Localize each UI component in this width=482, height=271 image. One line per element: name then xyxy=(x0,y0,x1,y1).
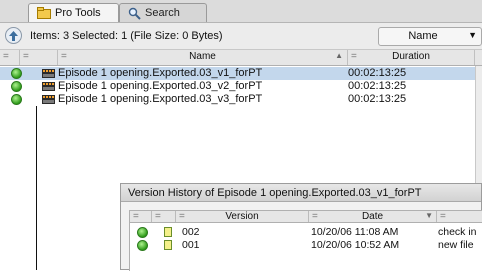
version-history-panel: Version History of Episode 1 opening.Exp… xyxy=(120,183,482,271)
column-marker: = xyxy=(23,51,29,62)
version-table-header: = = = Version = Date ▼ = xyxy=(129,210,482,223)
column-header-status[interactable]: = xyxy=(0,50,20,65)
version-comment: check in xyxy=(438,226,477,238)
sort-descending-icon: ▼ xyxy=(425,211,433,220)
tab-pro-tools-label: Pro Tools xyxy=(55,7,101,19)
column-header-status[interactable]: = xyxy=(130,211,152,222)
status-bar: Items: 3 Selected: 1 (File Size: 0 Bytes… xyxy=(0,22,482,50)
version-number: 002 xyxy=(182,226,200,238)
version-number: 001 xyxy=(182,239,200,251)
online-status-icon xyxy=(11,68,22,79)
version-row[interactable]: 001 10/20/06 10:52 AM new file xyxy=(130,239,482,252)
column-header-comment[interactable]: = xyxy=(437,211,482,222)
table-row[interactable]: Episode 1 opening.Exported.03_v1_forPT 0… xyxy=(0,67,482,80)
version-history-titlebar[interactable]: Version History of Episode 1 opening.Exp… xyxy=(121,184,481,202)
version-date: 10/20/06 11:08 AM xyxy=(311,226,399,238)
file-name: Episode 1 opening.Exported.03_v1_forPT xyxy=(58,67,263,79)
document-icon xyxy=(164,227,172,237)
column-title-date: Date xyxy=(361,211,384,222)
vertical-scrollbar[interactable] xyxy=(475,66,482,186)
tab-bar: Pro Tools Search xyxy=(0,0,482,22)
online-status-icon xyxy=(137,227,148,238)
column-marker: = xyxy=(440,211,446,222)
column-header-type[interactable]: = xyxy=(152,211,176,222)
column-header-filler xyxy=(475,50,482,65)
tab-search-label: Search xyxy=(145,7,180,19)
column-marker: = xyxy=(133,211,139,222)
tab-pro-tools[interactable]: Pro Tools xyxy=(28,3,119,22)
document-icon xyxy=(164,240,172,250)
file-duration: 00:02:13:25 xyxy=(348,80,407,92)
table-row[interactable]: Episode 1 opening.Exported.03_v3_forPT 0… xyxy=(0,93,482,106)
tab-search[interactable]: Search xyxy=(119,3,207,22)
version-date: 10/20/06 10:52 AM xyxy=(311,239,400,251)
column-title-name: Name xyxy=(189,51,216,62)
file-name: Episode 1 opening.Exported.03_v3_forPT xyxy=(58,93,263,105)
column-title-duration: Duration xyxy=(392,51,430,62)
column-header-type[interactable]: = xyxy=(20,50,58,65)
chevron-down-icon: ▼ xyxy=(468,30,477,40)
column-header-date[interactable]: = Date ▼ xyxy=(309,211,437,222)
online-status-icon xyxy=(137,240,148,251)
file-name: Episode 1 opening.Exported.03_v2_forPT xyxy=(58,80,263,92)
video-clip-icon xyxy=(42,95,55,107)
version-row[interactable]: 002 10/20/06 11:08 AM check in xyxy=(130,226,482,239)
sort-ascending-icon: ▲ xyxy=(335,51,343,60)
file-table-header: = = = Name ▲ = Duration xyxy=(0,50,482,66)
table-row[interactable]: Episode 1 opening.Exported.03_v2_forPT 0… xyxy=(0,80,482,93)
folder-icon xyxy=(37,7,51,19)
column-header-version[interactable]: = Version xyxy=(176,211,309,222)
column-header-duration[interactable]: = Duration xyxy=(348,50,475,65)
version-history-title: Version History of Episode 1 opening.Exp… xyxy=(128,187,422,199)
online-status-icon xyxy=(11,94,22,105)
up-arrow-icon[interactable] xyxy=(5,27,22,44)
column-header-name[interactable]: = Name ▲ xyxy=(58,50,348,65)
sort-by-select[interactable]: Name ▼ xyxy=(378,27,482,46)
version-table-body: 002 10/20/06 11:08 AM check in 001 10/20… xyxy=(129,223,482,271)
callout-line xyxy=(36,106,37,270)
column-marker: = xyxy=(3,51,9,62)
sort-by-value: Name xyxy=(408,30,438,42)
magnifier-icon xyxy=(128,7,141,20)
items-status-text: Items: 3 Selected: 1 (File Size: 0 Bytes… xyxy=(30,30,223,42)
online-status-icon xyxy=(11,81,22,92)
version-comment: new file xyxy=(438,239,474,251)
column-title-version: Version xyxy=(225,211,259,222)
file-duration: 00:02:13:25 xyxy=(348,67,407,79)
file-duration: 00:02:13:25 xyxy=(348,93,407,105)
column-marker: = xyxy=(155,211,161,222)
